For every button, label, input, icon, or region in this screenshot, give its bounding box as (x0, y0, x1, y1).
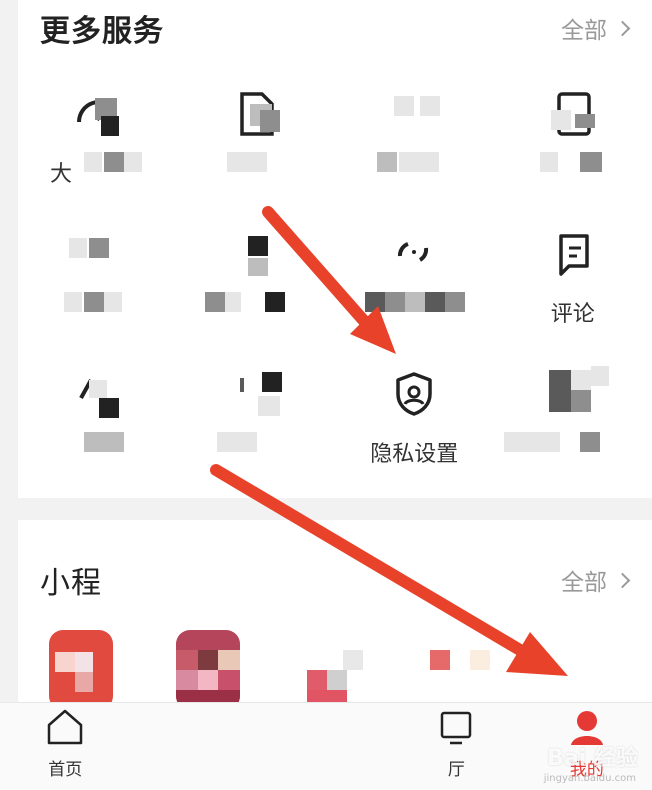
tab-2[interactable] (130, 703, 260, 790)
mini-program-icon (302, 630, 367, 710)
tab-label: 厅 (447, 760, 465, 780)
screen-icon (436, 707, 476, 751)
box-icon (228, 366, 284, 422)
mini-program-4[interactable] (398, 630, 525, 710)
more-services-title: 更多服务 (40, 14, 164, 49)
bottom-tab-bar: 首页 厅 我的 Bai 经验 jingyan.baidu.com (0, 702, 652, 790)
mini-program-icon (429, 630, 494, 710)
mini-programs-header: 小程 全部 (40, 558, 631, 602)
pen-icon (69, 366, 125, 422)
mini-programs-title: 小程 (40, 566, 102, 601)
chevron-right-icon (614, 20, 631, 36)
all-link-label: 全部 (561, 570, 607, 596)
watermark-url: jingyan.baidu.com (543, 773, 636, 784)
all-link-label: 全部 (561, 18, 607, 44)
service-item-7[interactable] (335, 222, 494, 362)
more-services-card: 更多服务 全部 大 评论 隐私设置 (18, 0, 652, 498)
service-item-comment[interactable]: 评论 (494, 222, 652, 362)
refresh-icon (386, 226, 442, 282)
mini-programs-all-link[interactable]: 全部 (561, 563, 631, 597)
blocks-icon (545, 366, 609, 422)
mini-program-icon (557, 630, 621, 710)
service-item-12[interactable] (494, 362, 652, 502)
home-icon (45, 707, 85, 751)
tablet-icon (545, 86, 601, 142)
watermark-logo: Bai 经验 (547, 746, 638, 771)
tab-3[interactable] (261, 703, 391, 790)
services-grid: 大 评论 隐私设置 (18, 82, 652, 502)
more-services-header: 更多服务 全部 (40, 6, 631, 50)
document-icon (228, 86, 284, 142)
comment-icon (545, 226, 601, 282)
tag-icon (228, 226, 284, 282)
service-item-3[interactable] (335, 82, 494, 222)
mini-programs-card: 小程 全部 (18, 520, 652, 710)
service-item-6[interactable] (177, 222, 336, 362)
service-item-label: 大 (50, 162, 73, 187)
mini-program-2[interactable] (145, 630, 272, 710)
service-item-privacy-settings[interactable]: 隐私设置 (335, 362, 494, 502)
service-item-9[interactable] (18, 362, 177, 502)
service-item-label: 隐私设置 (370, 442, 459, 467)
service-item-4[interactable] (494, 82, 652, 222)
mini-programs-list (18, 630, 652, 710)
more-services-all-link[interactable]: 全部 (561, 11, 631, 45)
service-item-5[interactable] (18, 222, 177, 362)
speedometer-icon (69, 86, 125, 142)
service-item-1[interactable]: 大 (18, 82, 177, 222)
service-item-2[interactable] (177, 82, 336, 222)
mini-program-5[interactable] (525, 630, 652, 710)
privacy-shield-icon (386, 366, 442, 422)
service-item-10[interactable] (177, 362, 336, 502)
chevron-right-icon (614, 572, 631, 588)
tab-label: 首页 (48, 760, 83, 780)
mini-program-icon (176, 630, 241, 710)
grid-icon (386, 86, 442, 142)
tab-hall[interactable]: 厅 (391, 703, 521, 790)
service-item-label: 评论 (550, 302, 595, 327)
mini-program-1[interactable] (18, 630, 145, 710)
tab-home[interactable]: 首页 (0, 703, 130, 790)
mini-program-icon (49, 630, 114, 710)
mini-program-3[interactable] (272, 630, 399, 710)
list-icon (69, 226, 125, 282)
